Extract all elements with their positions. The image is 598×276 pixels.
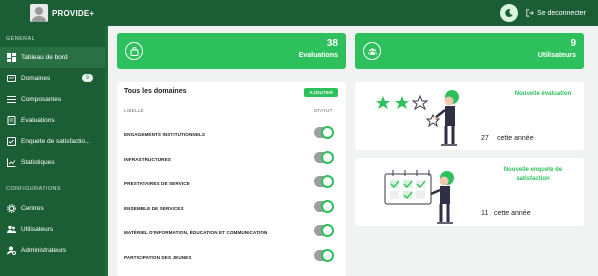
sidebar-item-label: Centres: [21, 205, 44, 212]
document-icon: [7, 116, 16, 125]
sidebar-item-domaines[interactable]: Domaines 9: [0, 68, 105, 89]
sidebar-item-utilisateurs[interactable]: Utilisateurs: [0, 219, 105, 240]
column-header-libelle: LIBELLÉ: [124, 108, 144, 113]
section-config-title: CONFIGURATIONS: [6, 186, 61, 192]
card-title: Nouvelle enquete de satisfaction: [503, 167, 563, 182]
theme-toggle-button[interactable]: [499, 4, 518, 22]
panel-title: Tous les domaines: [124, 88, 187, 95]
status-toggle[interactable]: [314, 224, 334, 238]
sidebar-item-label: Utilisateurs: [21, 226, 54, 233]
admin-icon: [7, 246, 16, 255]
stat-label: Evaluations: [298, 52, 338, 59]
table-row: ENGAGEMENTS INSTITUTIONNELS: [117, 122, 346, 147]
new-survey-card[interactable]: Nouvelle enquete de satisfaction 11 cett…: [355, 158, 584, 226]
stat-label: Utilisateurs: [537, 52, 576, 59]
table-row: ENSEMBLE DE SERVICES: [117, 196, 346, 221]
sidebar-item-composantes[interactable]: Composantes: [0, 89, 105, 110]
domain-name: PRESTATAIRES DE SERVICE: [124, 181, 190, 187]
stat-value: 9: [570, 38, 576, 49]
domains-panel: Tous les domaines AJOUTER LIBELLÉ STATUT…: [117, 82, 346, 276]
bag-icon: [125, 42, 143, 60]
logout-label: Se deconnecter: [536, 9, 586, 17]
column-header-statut: STATUT: [314, 108, 333, 113]
survey-icon: [7, 137, 16, 146]
sidebar-item-administrateurs[interactable]: Administrateurs: [0, 240, 105, 261]
status-toggle[interactable]: [314, 249, 334, 262]
dashboard-icon: [7, 53, 16, 62]
sidebar-item-label: Statistiques: [21, 159, 55, 166]
logout-button[interactable]: Se deconnecter: [526, 9, 586, 17]
card-period: cette année: [497, 135, 534, 142]
users-icon: [363, 42, 381, 60]
sidebar-item-label: Administrateurs: [21, 247, 67, 254]
sidebar: GENERAL Tableau de bord Domaines 9 Compo…: [0, 26, 108, 276]
sidebar-item-label: Domaines: [21, 75, 51, 82]
sidebar-item-label: Evaluations: [21, 117, 55, 124]
card-title: Nouvelle évaluation: [514, 91, 572, 97]
user-avatar[interactable]: [30, 4, 48, 22]
sidebar-item-centres[interactable]: Centres: [0, 198, 105, 219]
users-icon: [7, 225, 16, 234]
domain-name: ENSEMBLE DE SERVICES: [124, 205, 184, 211]
sidebar-item-label: Composantes: [21, 96, 62, 103]
folder-icon: [7, 74, 16, 83]
status-toggle[interactable]: [314, 150, 334, 164]
count-badge: 9: [82, 74, 93, 82]
domain-name: MATÉRIEL D'INFORMATION, ÉDUCATION ET COM…: [124, 230, 268, 236]
sidebar-item-enquete[interactable]: Enquete de satisfactio...: [0, 131, 105, 152]
settings-icon: [7, 204, 16, 213]
logout-icon: [526, 9, 534, 17]
table-row: PARTICIPATION DES JEUNES: [117, 245, 346, 270]
status-toggle[interactable]: [314, 199, 334, 213]
card-count: 27: [481, 135, 489, 142]
brand-name: PROVIDE+: [52, 8, 95, 18]
top-right-actions: Se deconnecter: [499, 4, 586, 22]
sidebar-item-statistiques[interactable]: Statistiques: [0, 152, 105, 173]
sidebar-item-dashboard[interactable]: Tableau de bord: [0, 47, 105, 68]
chart-icon: [7, 158, 16, 167]
card-period: cette année: [494, 210, 531, 217]
status-toggle[interactable]: [314, 126, 334, 139]
card-count: 11: [481, 210, 489, 217]
stat-card-evaluations[interactable]: 38 Evaluations: [117, 33, 346, 69]
sidebar-item-label: Tableau de bord: [21, 54, 68, 61]
domain-name: INFRASTRUCTURES: [124, 156, 171, 162]
moon-icon: [505, 8, 513, 17]
stat-value: 38: [326, 38, 338, 49]
sidebar-item-label: Enquete de satisfactio...: [21, 138, 91, 145]
table-row: INFRASTRUCTURES: [117, 147, 346, 172]
status-toggle[interactable]: [314, 175, 334, 189]
sidebar-item-evaluations[interactable]: Evaluations: [0, 110, 105, 131]
top-bar: PROVIDE+ Se deconnecter: [0, 0, 598, 26]
list-icon: [7, 95, 16, 104]
stat-card-utilisateurs[interactable]: 9 Utilisateurs: [355, 33, 584, 69]
domain-name: ENGAGEMENTS INSTITUTIONNELS: [124, 132, 206, 137]
table-row: MATÉRIEL D'INFORMATION, ÉDUCATION ET COM…: [117, 220, 346, 245]
new-evaluation-card[interactable]: Nouvelle évaluation 27 cette année: [355, 82, 584, 150]
survey-illustration: [384, 170, 454, 224]
section-general-title: GENERAL: [6, 36, 36, 42]
evaluation-illustration: [376, 90, 459, 146]
table-row: PRESTATAIRES DE SERVICE: [117, 171, 346, 196]
add-domain-button[interactable]: AJOUTER: [304, 88, 338, 97]
domain-name: PARTICIPATION DES JEUNES: [124, 255, 192, 260]
